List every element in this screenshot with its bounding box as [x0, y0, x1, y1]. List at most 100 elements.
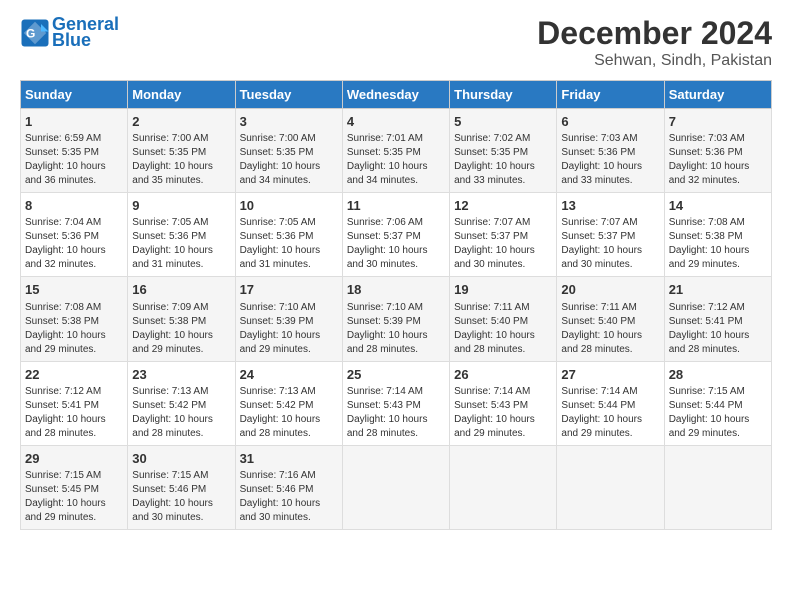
day-info: Sunset: 5:37 PM: [561, 230, 659, 244]
day-number: 12: [454, 197, 552, 215]
day-info: Sunrise: 7:04 AM: [25, 216, 123, 230]
calendar-cell: 20Sunrise: 7:11 AMSunset: 5:40 PMDayligh…: [557, 277, 664, 361]
day-info: Daylight: 10 hours: [347, 160, 445, 174]
day-info: and 28 minutes.: [454, 343, 552, 357]
day-info: Daylight: 10 hours: [132, 413, 230, 427]
day-info: and 29 minutes.: [454, 427, 552, 441]
day-number: 19: [454, 281, 552, 299]
day-number: 29: [25, 450, 123, 468]
day-info: Sunrise: 7:12 AM: [669, 301, 767, 315]
calendar-cell: 27Sunrise: 7:14 AMSunset: 5:44 PMDayligh…: [557, 361, 664, 445]
col-header-friday: Friday: [557, 81, 664, 109]
day-info: Daylight: 10 hours: [132, 160, 230, 174]
day-info: Sunrise: 7:09 AM: [132, 301, 230, 315]
day-info: Sunset: 5:37 PM: [454, 230, 552, 244]
day-info: and 30 minutes.: [240, 511, 338, 525]
title-section: December 2024 Sehwan, Sindh, Pakistan: [537, 15, 772, 70]
calendar-cell: [342, 445, 449, 529]
day-info: and 35 minutes.: [132, 174, 230, 188]
calendar-cell: 16Sunrise: 7:09 AMSunset: 5:38 PMDayligh…: [128, 277, 235, 361]
day-info: Daylight: 10 hours: [25, 244, 123, 258]
day-info: and 33 minutes.: [561, 174, 659, 188]
day-info: Daylight: 10 hours: [669, 413, 767, 427]
day-info: Sunset: 5:41 PM: [25, 399, 123, 413]
day-number: 25: [347, 366, 445, 384]
day-info: Daylight: 10 hours: [454, 413, 552, 427]
day-info: Sunset: 5:37 PM: [347, 230, 445, 244]
day-info: and 29 minutes.: [25, 511, 123, 525]
day-number: 23: [132, 366, 230, 384]
calendar-cell: 14Sunrise: 7:08 AMSunset: 5:38 PMDayligh…: [664, 193, 771, 277]
col-header-sunday: Sunday: [21, 81, 128, 109]
day-info: and 30 minutes.: [561, 258, 659, 272]
day-number: 28: [669, 366, 767, 384]
day-info: Sunrise: 7:14 AM: [347, 385, 445, 399]
day-info: Sunset: 5:39 PM: [347, 315, 445, 329]
day-number: 15: [25, 281, 123, 299]
day-number: 20: [561, 281, 659, 299]
day-info: Sunset: 5:36 PM: [240, 230, 338, 244]
day-info: Sunrise: 7:07 AM: [454, 216, 552, 230]
day-info: and 29 minutes.: [669, 427, 767, 441]
day-info: and 28 minutes.: [347, 343, 445, 357]
day-number: 3: [240, 113, 338, 131]
day-info: Sunset: 5:41 PM: [669, 315, 767, 329]
day-number: 14: [669, 197, 767, 215]
day-info: and 28 minutes.: [25, 427, 123, 441]
day-info: and 31 minutes.: [132, 258, 230, 272]
day-info: and 34 minutes.: [240, 174, 338, 188]
logo-text: General Blue: [52, 15, 119, 51]
day-number: 21: [669, 281, 767, 299]
calendar-cell: 7Sunrise: 7:03 AMSunset: 5:36 PMDaylight…: [664, 109, 771, 193]
day-info: and 30 minutes.: [454, 258, 552, 272]
page: G General Blue December 2024 Sehwan, Sin…: [0, 0, 792, 540]
day-info: Sunset: 5:36 PM: [132, 230, 230, 244]
calendar-cell: 21 Sunrise: 7:12 AMSunset: 5:41 PMDayligh…: [664, 277, 771, 361]
day-info: and 33 minutes.: [454, 174, 552, 188]
day-info: Daylight: 10 hours: [132, 329, 230, 343]
calendar-week-3: 15Sunrise: 7:08 AMSunset: 5:38 PMDayligh…: [21, 277, 772, 361]
day-info: Sunset: 5:35 PM: [240, 146, 338, 160]
day-number: 16: [132, 281, 230, 299]
day-info: Daylight: 10 hours: [454, 244, 552, 258]
col-header-tuesday: Tuesday: [235, 81, 342, 109]
day-info: Sunset: 5:43 PM: [454, 399, 552, 413]
day-info: Sunrise: 6:59 AM: [25, 132, 123, 146]
day-info: and 28 minutes.: [132, 427, 230, 441]
day-info: Daylight: 10 hours: [561, 244, 659, 258]
day-info: Daylight: 10 hours: [240, 497, 338, 511]
day-info: Daylight: 10 hours: [669, 329, 767, 343]
day-number: 13: [561, 197, 659, 215]
day-info: Sunrise: 7:06 AM: [347, 216, 445, 230]
day-info: and 31 minutes.: [240, 258, 338, 272]
day-info: Daylight: 10 hours: [240, 329, 338, 343]
day-info: and 29 minutes.: [132, 343, 230, 357]
day-info: Sunrise: 7:03 AM: [561, 132, 659, 146]
day-info: and 29 minutes.: [240, 343, 338, 357]
day-number: 11: [347, 197, 445, 215]
calendar-cell: 31Sunrise: 7:16 AMSunset: 5:46 PMDayligh…: [235, 445, 342, 529]
day-info: Sunrise: 7:08 AM: [669, 216, 767, 230]
calendar-cell: 23Sunrise: 7:13 AMSunset: 5:42 PMDayligh…: [128, 361, 235, 445]
day-info: Daylight: 10 hours: [561, 413, 659, 427]
day-number: 18: [347, 281, 445, 299]
calendar-cell: 24Sunrise: 7:13 AMSunset: 5:42 PMDayligh…: [235, 361, 342, 445]
day-info: Daylight: 10 hours: [347, 413, 445, 427]
day-info: and 36 minutes.: [25, 174, 123, 188]
day-number: 27: [561, 366, 659, 384]
day-info: Sunset: 5:42 PM: [240, 399, 338, 413]
day-info: Sunset: 5:35 PM: [454, 146, 552, 160]
calendar-cell: 3Sunrise: 7:00 AMSunset: 5:35 PMDaylight…: [235, 109, 342, 193]
day-info: Daylight: 10 hours: [454, 329, 552, 343]
day-info: Daylight: 10 hours: [25, 160, 123, 174]
day-info: Sunrise: 7:10 AM: [347, 301, 445, 315]
header: G General Blue December 2024 Sehwan, Sin…: [20, 15, 772, 70]
day-number: 10: [240, 197, 338, 215]
calendar-cell: 17Sunrise: 7:10 AMSunset: 5:39 PMDayligh…: [235, 277, 342, 361]
calendar-cell: 19Sunrise: 7:11 AMSunset: 5:40 PMDayligh…: [450, 277, 557, 361]
day-info: Sunset: 5:45 PM: [25, 483, 123, 497]
logo: G General Blue: [20, 15, 119, 51]
day-info: Daylight: 10 hours: [25, 497, 123, 511]
day-number: 24: [240, 366, 338, 384]
day-number: 5: [454, 113, 552, 131]
